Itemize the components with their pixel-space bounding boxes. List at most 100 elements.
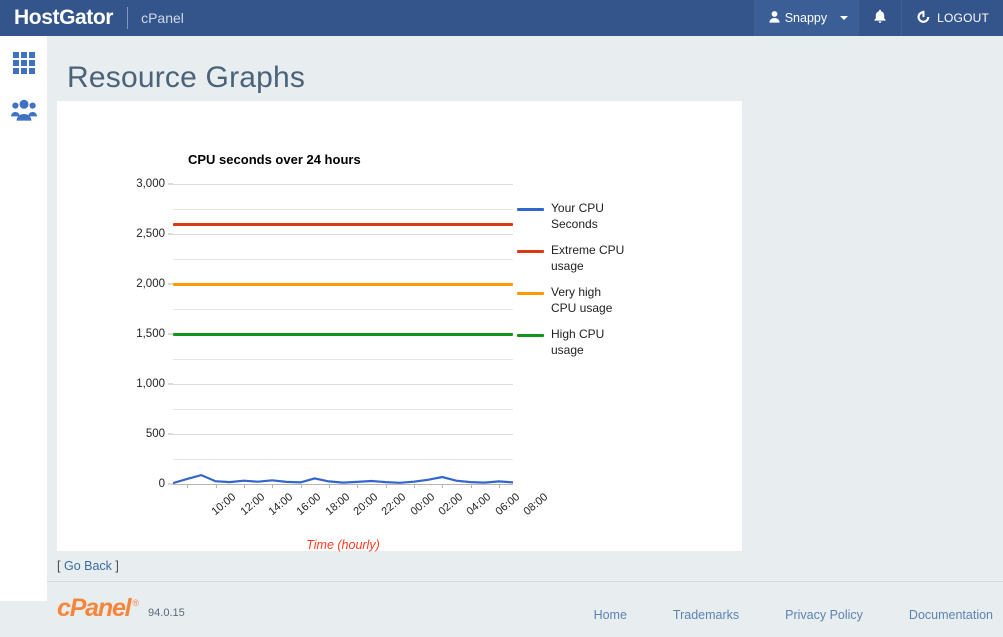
logout-button[interactable]: LOGOUT (901, 0, 1003, 36)
legend-item-label: Extreme CPU usage (551, 243, 625, 273)
chart-x-axis-label: 18:00 (322, 491, 352, 518)
chart-x-tick (272, 484, 274, 488)
bell-icon (873, 9, 887, 27)
chart-y-tick (168, 183, 173, 185)
chart-x-axis-line (173, 484, 513, 485)
chart-gridline-minor (173, 259, 513, 260)
legend-color-swatch (517, 250, 544, 253)
chart-x-tick (300, 484, 302, 488)
product-name-label: cPanel (141, 10, 184, 26)
chart-gridline-minor (173, 359, 513, 360)
legend-color-swatch (517, 208, 544, 211)
legend-color-swatch (517, 334, 544, 337)
grid-apps-icon (12, 51, 36, 80)
sidebar-rail (0, 36, 47, 601)
chart-x-axis-label: 16:00 (294, 491, 324, 518)
chart-gridline-major (173, 384, 513, 385)
chart-x-tick (385, 484, 387, 488)
chart-y-axis-label: 2,000 (136, 278, 165, 290)
sidebar-item-users[interactable] (0, 89, 47, 136)
cpanel-version-label: 94.0.15 (148, 607, 185, 619)
footer-link-trademarks[interactable]: Trademarks (673, 608, 739, 622)
chart-x-tick (442, 484, 444, 488)
page-footer: cPanel ® 94.0.15 Home Trademarks Privacy P… (47, 581, 1003, 637)
chart-y-axis-label: 1,500 (136, 328, 165, 340)
chart-gridline-major (173, 434, 513, 435)
chart-x-tick (328, 484, 330, 488)
chart-x-axis-label: 20:00 (351, 491, 381, 518)
chart-gridline-major (173, 184, 513, 185)
user-name-label: Snappy (784, 11, 828, 25)
logout-label: LOGOUT (937, 11, 989, 25)
chart-gridline-minor (173, 459, 513, 460)
chart-x-axis-label: 12:00 (237, 491, 267, 518)
chart-x-tick (187, 484, 189, 488)
sidebar-item-apps[interactable] (0, 42, 47, 89)
chart-y-axis-label: 1,000 (136, 378, 165, 390)
legend-item[interactable]: Very high CPU usage (517, 285, 647, 316)
footer-link-documentation[interactable]: Documentation (909, 608, 993, 622)
cpanel-logo-text: cPanel (57, 594, 132, 622)
legend-item[interactable]: Your CPU Seconds (517, 201, 647, 232)
chart-x-tick (498, 484, 500, 488)
chart-gridline-minor (173, 309, 513, 310)
chart-gridline-major (173, 234, 513, 235)
chart-x-axis-label: 10:00 (209, 491, 239, 518)
chart-plot-area: 0 500 1,000 1,500 2,000 2,500 3,000 (136, 178, 513, 490)
chart-threshold-high-cpu-usage (173, 332, 513, 336)
resource-chart: CPU seconds over 24 hours 0 500 1,000 1,500… (57, 101, 742, 552)
chart-x-axis-label: 06:00 (492, 491, 522, 518)
brand-divider (127, 7, 129, 29)
legend-color-swatch (517, 292, 544, 295)
go-back-link[interactable]: Go Back (64, 559, 112, 573)
brand-block[interactable]: HostGator cPanel (0, 6, 184, 30)
chart-x-axis-label: 08:00 (521, 491, 551, 518)
chart-x-tick (413, 484, 415, 488)
page-title: Resource Graphs (67, 61, 306, 95)
footer-link-privacy-policy[interactable]: Privacy Policy (785, 608, 863, 622)
chart-gridline-minor (173, 209, 513, 210)
chart-title: CPU seconds over 24 hours (188, 152, 361, 167)
bracket-close: ] (115, 559, 119, 573)
chart-x-tick (470, 484, 472, 488)
logout-icon (916, 10, 931, 27)
chart-y-axis-label: 0 (158, 478, 165, 490)
go-back-block: [ Go Back ] (57, 559, 119, 573)
user-icon (769, 10, 780, 26)
user-menu-button[interactable]: Snappy (753, 0, 859, 36)
chart-y-tick (168, 383, 173, 385)
chart-legend: Your CPU Seconds Extreme CPU usage Very hi… (517, 201, 647, 369)
chart-y-axis-label: 3,000 (136, 178, 165, 190)
content-card: CPU seconds over 24 hours 0 500 1,000 1,500… (57, 101, 742, 552)
users-group-icon (10, 99, 37, 126)
chart-y-tick (168, 233, 173, 235)
top-header-bar: HostGator cPanel Snappy LOGOUT (0, 0, 1003, 36)
legend-item[interactable]: Extreme CPU usage (517, 243, 647, 274)
chart-x-axis-title: Time (hourly) (306, 538, 380, 552)
brand-logo-text: HostGator (14, 6, 114, 29)
chart-x-tick (215, 484, 217, 488)
chart-x-axis-label: 04:00 (464, 491, 494, 518)
legend-item-label: High CPU usage (551, 327, 605, 357)
chart-y-axis-label: 2,500 (136, 228, 165, 240)
legend-item-label: Very high CPU usage (551, 285, 613, 315)
footer-links: Home Trademarks Privacy Policy Documentatio… (594, 608, 993, 622)
chart-x-axis-label: 00:00 (407, 491, 437, 518)
legend-item-label: Your CPU Seconds (551, 201, 604, 231)
chart-x-axis-label: 02:00 (436, 491, 466, 518)
legend-item[interactable]: High CPU usage (517, 327, 647, 358)
footer-link-home[interactable]: Home (594, 608, 627, 622)
chart-x-axis-label: 22:00 (379, 491, 409, 518)
chart-threshold-very-high-cpu-usage (173, 282, 513, 286)
chart-y-axis-label: 500 (145, 428, 165, 440)
cpanel-logo-block: cPanel ® 94.0.15 (57, 594, 185, 623)
registered-trademark-mark: ® (132, 598, 140, 608)
notifications-button[interactable] (858, 0, 901, 36)
chart-x-tick (243, 484, 245, 488)
header-right-controls: Snappy LOGOUT (753, 0, 1003, 36)
page-body: Resource Graphs CPU seconds over 24 hour… (47, 36, 1003, 622)
chevron-down-icon (840, 16, 849, 20)
chart-x-tick (357, 484, 359, 488)
chart-gridline-minor (173, 409, 513, 410)
chart-x-axis-label: 14:00 (266, 491, 296, 518)
